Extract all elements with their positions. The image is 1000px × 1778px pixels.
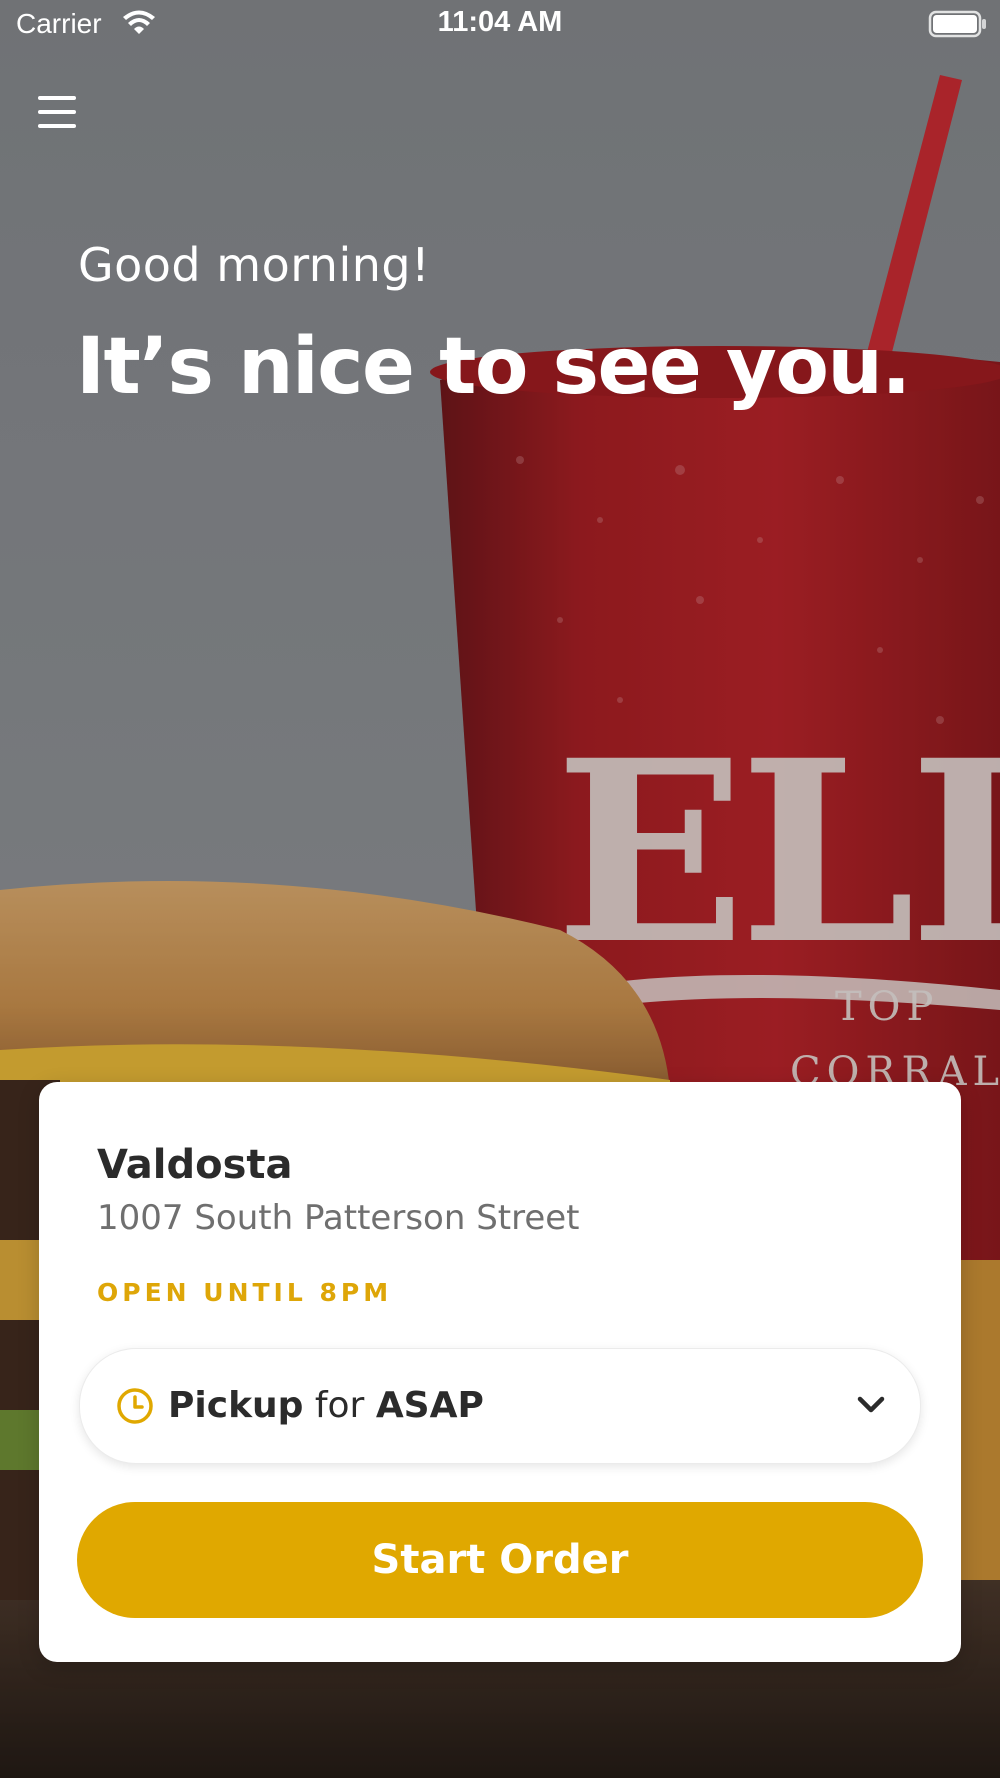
greeting-headline: It’s nice to see you. [76, 322, 911, 412]
clock-icon [117, 1388, 153, 1424]
start-order-button[interactable]: Start Order [77, 1502, 923, 1618]
menu-line [38, 110, 76, 114]
chevron-down-icon[interactable] [856, 1393, 886, 1417]
status-bar: Carrier 11:04 AM [0, 0, 1000, 52]
hamburger-menu-icon[interactable] [30, 88, 86, 136]
store-address: 1007 South Patterson Street [97, 1198, 580, 1238]
store-card: Valdosta 1007 South Patterson Street OPE… [39, 1082, 961, 1662]
home-screen: ELLA TOP CORRAL Carrier 11:04 AM [0, 0, 1000, 1778]
menu-line [38, 96, 76, 100]
order-mode-time: ASAP [375, 1385, 484, 1426]
store-name: Valdosta [97, 1142, 293, 1188]
order-mode-text: Pickup for ASAP [168, 1385, 484, 1426]
status-time: 11:04 AM [437, 6, 563, 38]
order-mode-type: Pickup [168, 1385, 304, 1426]
greeting-salutation: Good morning! [78, 238, 431, 292]
order-mode-connector: for [314, 1385, 365, 1426]
store-hours: OPEN UNTIL 8PM [97, 1278, 393, 1307]
menu-line [38, 124, 76, 128]
battery-icon [928, 10, 986, 38]
order-mode-selector[interactable]: Pickup for ASAP [79, 1348, 921, 1464]
